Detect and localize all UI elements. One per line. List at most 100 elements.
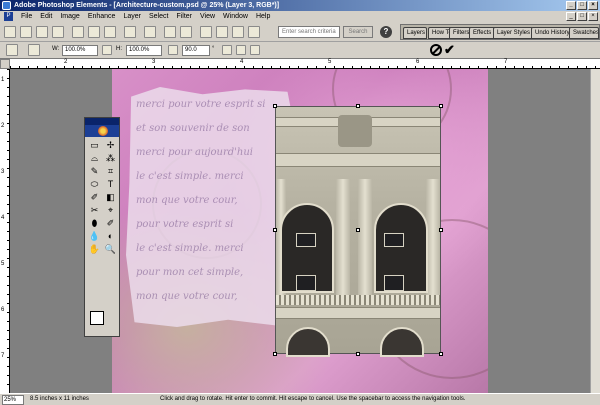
crop-tool-icon[interactable]: ⌗ bbox=[103, 165, 118, 177]
gradient-tool-icon[interactable]: ⌖ bbox=[103, 204, 118, 216]
height-field[interactable]: 100.0% bbox=[126, 45, 162, 56]
cookie-cutter-icon[interactable]: ◧ bbox=[103, 191, 118, 203]
paint-bucket-icon[interactable]: ✂ bbox=[87, 204, 102, 216]
save-web-icon[interactable] bbox=[72, 26, 84, 38]
red-eye-brush-icon[interactable]: ✐ bbox=[87, 191, 102, 203]
tab-swatches[interactable]: Swatches bbox=[569, 27, 599, 39]
hand-tool-icon[interactable]: ✋ bbox=[87, 243, 102, 255]
marquee-tool-icon[interactable]: ▭ bbox=[87, 139, 102, 151]
status-bar: 25% 8.5 inches x 11 inches Click and dra… bbox=[0, 393, 600, 405]
transform-handle-br[interactable] bbox=[439, 352, 443, 356]
tab-undo-history[interactable]: Undo History bbox=[531, 27, 571, 39]
transform-handle-r[interactable] bbox=[439, 228, 443, 232]
print-preview-icon[interactable] bbox=[104, 26, 116, 38]
menu-select[interactable]: Select bbox=[145, 11, 172, 22]
zoom-tool-icon[interactable]: 🔍 bbox=[103, 243, 118, 255]
script-text: mon que votre cour, bbox=[136, 195, 238, 206]
distort-icon[interactable] bbox=[236, 45, 246, 55]
width-field[interactable]: 100.0% bbox=[62, 45, 98, 56]
menu-view[interactable]: View bbox=[196, 11, 219, 22]
move-tool-icon[interactable]: ✢ bbox=[103, 139, 118, 151]
online-services-icon[interactable] bbox=[144, 26, 156, 38]
search-button[interactable]: Search bbox=[343, 26, 373, 38]
open-icon[interactable] bbox=[20, 26, 32, 38]
vertical-scrollbar[interactable] bbox=[590, 69, 600, 393]
column bbox=[336, 179, 350, 297]
ruler-left[interactable]: 1 2 3 4 5 6 7 bbox=[0, 69, 10, 393]
transform-handle-l[interactable] bbox=[273, 228, 277, 232]
new-file-icon[interactable] bbox=[4, 26, 16, 38]
doc-close-button[interactable]: × bbox=[588, 12, 598, 21]
menu-enhance[interactable]: Enhance bbox=[84, 11, 120, 22]
document-icon[interactable]: P bbox=[4, 12, 13, 21]
commit-transform-icon[interactable]: ✔ bbox=[444, 42, 455, 58]
shape-tool-icon[interactable]: ⬭ bbox=[87, 178, 102, 190]
clone-stamp-icon[interactable]: ⬮ bbox=[87, 217, 102, 229]
step-backward-icon[interactable] bbox=[164, 26, 176, 38]
options-bar: W: 100.0% H: 100.0% 90.0 ° ✔ bbox=[0, 42, 600, 59]
ruler-label: 6 bbox=[1, 307, 5, 313]
window-titlebar: Adobe Photoshop Elements - [Architecture… bbox=[0, 0, 600, 11]
skew-icon[interactable] bbox=[222, 45, 232, 55]
frieze bbox=[276, 153, 440, 167]
sponge-tool-icon[interactable]: ◐ bbox=[103, 230, 118, 242]
type-tool-icon[interactable]: T bbox=[103, 178, 118, 190]
file-browser-icon[interactable] bbox=[216, 26, 228, 38]
doc-minimize-button[interactable]: _ bbox=[566, 12, 576, 21]
search-input[interactable]: Enter search criteria bbox=[278, 26, 340, 38]
quick-fix-icon[interactable] bbox=[200, 26, 212, 38]
balustrade bbox=[276, 295, 440, 305]
elements-logo-icon[interactable] bbox=[85, 125, 119, 137]
toolbox: ▭ ✢ ⌓ ⁂ ✎ ⌗ ⬭ T ✐ ◧ ✂ ⌖ ⬮ ✐ 💧 ◐ ✋ 🔍 bbox=[84, 117, 120, 337]
transform-handle-tl[interactable] bbox=[273, 104, 277, 108]
selection-brush-icon[interactable]: ✎ bbox=[87, 165, 102, 177]
ruler-top[interactable]: 2 3 4 5 6 7 bbox=[10, 59, 600, 69]
blur-tool-icon[interactable]: 💧 bbox=[87, 230, 102, 242]
transform-handle-tr[interactable] bbox=[439, 104, 443, 108]
ruler-label: 5 bbox=[1, 261, 5, 267]
minimize-button[interactable]: _ bbox=[566, 1, 576, 10]
transform-handle-b[interactable] bbox=[356, 352, 360, 356]
save-icon[interactable] bbox=[52, 26, 64, 38]
menu-filter[interactable]: Filter bbox=[172, 11, 196, 22]
undo-icon[interactable] bbox=[232, 26, 244, 38]
transform-handle-center[interactable] bbox=[356, 228, 360, 232]
ruler-label: 4 bbox=[1, 215, 5, 221]
ruler-label: 2 bbox=[64, 59, 68, 65]
ruler-label: 5 bbox=[328, 59, 332, 65]
tab-layers[interactable]: Layers bbox=[403, 27, 427, 39]
email-icon[interactable] bbox=[124, 26, 136, 38]
menu-edit[interactable]: Edit bbox=[36, 11, 56, 22]
redo-icon[interactable] bbox=[248, 26, 260, 38]
transform-handle-bl[interactable] bbox=[273, 352, 277, 356]
document-size[interactable]: 8.5 inches x 11 inches bbox=[30, 394, 89, 405]
free-transform-icon[interactable] bbox=[6, 44, 18, 56]
lasso-tool-icon[interactable]: ⌓ bbox=[87, 152, 102, 164]
menu-file[interactable]: File bbox=[17, 11, 36, 22]
link-icon[interactable] bbox=[102, 45, 112, 55]
doc-restore-button[interactable]: □ bbox=[577, 12, 587, 21]
magic-wand-tool-icon[interactable]: ⁂ bbox=[103, 152, 118, 164]
reference-point-icon[interactable] bbox=[28, 44, 40, 56]
maximize-button[interactable]: □ bbox=[577, 1, 587, 10]
rotate-icon[interactable] bbox=[168, 45, 178, 55]
angle-field[interactable]: 90.0 bbox=[182, 45, 210, 56]
menu-window[interactable]: Window bbox=[219, 11, 252, 22]
import-icon[interactable] bbox=[36, 26, 48, 38]
menu-help[interactable]: Help bbox=[252, 11, 274, 22]
help-icon[interactable]: ? bbox=[380, 26, 392, 38]
step-forward-icon[interactable] bbox=[180, 26, 192, 38]
close-button[interactable]: × bbox=[588, 1, 598, 10]
eraser-tool-icon[interactable]: ✐ bbox=[103, 217, 118, 229]
transform-handle-t[interactable] bbox=[356, 104, 360, 108]
tab-layer-styles[interactable]: Layer Styles bbox=[493, 27, 533, 39]
cancel-transform-icon[interactable] bbox=[430, 44, 442, 56]
perspective-icon[interactable] bbox=[250, 45, 260, 55]
script-text: le c'est simple. merci bbox=[136, 171, 244, 182]
print-icon[interactable] bbox=[88, 26, 100, 38]
menu-layer[interactable]: Layer bbox=[119, 11, 145, 22]
zoom-field[interactable]: 25% bbox=[2, 395, 24, 405]
menu-image[interactable]: Image bbox=[56, 11, 83, 22]
foreground-color-swatch[interactable] bbox=[90, 311, 104, 325]
toolbox-titlebar[interactable] bbox=[85, 118, 119, 125]
